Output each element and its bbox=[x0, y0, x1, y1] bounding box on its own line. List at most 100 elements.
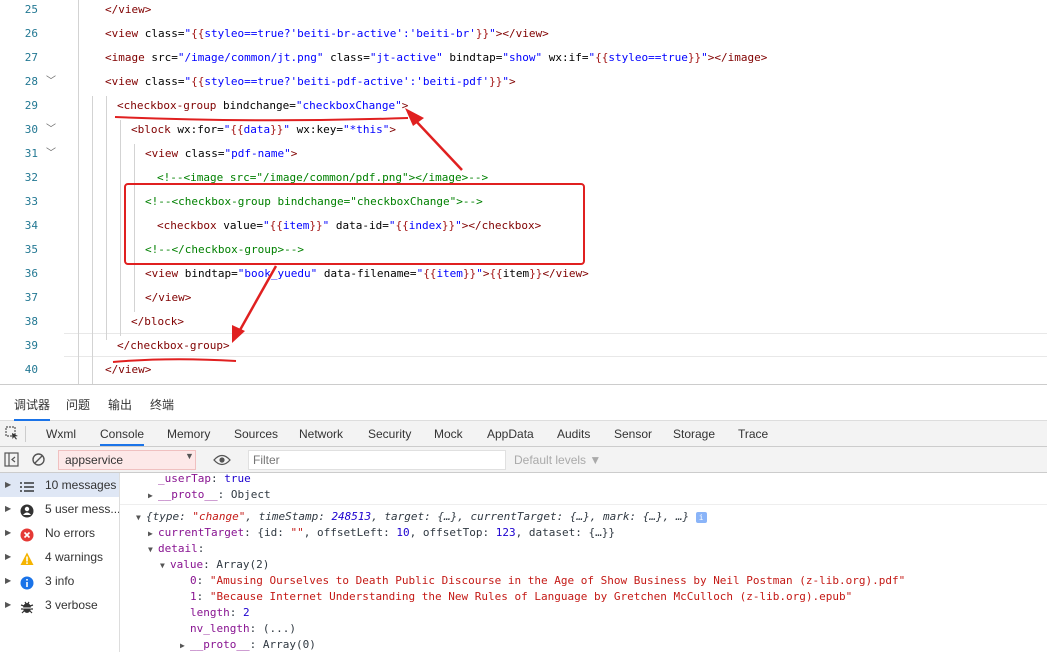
expand-arrow-icon[interactable]: ▶ bbox=[5, 497, 11, 521]
arrow-line bbox=[414, 119, 463, 171]
expand-arrow-icon[interactable]: ▶ bbox=[5, 593, 11, 617]
console-token: __proto__ bbox=[190, 638, 250, 651]
sidebar-item[interactable]: ▶ 5 user mess... bbox=[0, 497, 119, 521]
tab-network[interactable]: Network bbox=[299, 427, 343, 441]
sidebar-item[interactable]: ▶ 4 warnings bbox=[0, 545, 119, 569]
panel-tab[interactable]: 调试器 bbox=[14, 396, 51, 421]
console-token: 0 bbox=[190, 574, 197, 587]
toggle-sidebar-icon[interactable] bbox=[4, 452, 19, 472]
expand-triangle-icon[interactable]: ▶ bbox=[180, 638, 190, 652]
console-token: : {id: bbox=[244, 526, 291, 539]
expand-arrow-icon[interactable]: ▶ bbox=[5, 545, 11, 569]
console-token: : bbox=[229, 606, 243, 619]
sidebar-item-label: 3 verbose bbox=[45, 598, 98, 612]
console-entry[interactable]: nv_length: (...) bbox=[190, 621, 296, 637]
tab-wxml[interactable]: Wxml bbox=[46, 427, 76, 441]
tab-sources[interactable]: Sources bbox=[234, 427, 278, 441]
console-entry[interactable]: 1: "Because Internet Understanding the N… bbox=[190, 589, 852, 605]
code-editor[interactable]: 25 </view> 26 <view class="{{styleo==true?'… bbox=[0, 0, 1047, 384]
context-selector[interactable]: appservice bbox=[58, 450, 196, 470]
tab-appdata[interactable]: AppData bbox=[487, 427, 534, 441]
inspect-element-icon[interactable] bbox=[5, 426, 19, 445]
console-token: 248513 bbox=[331, 510, 372, 523]
console-toolbar: appservice ▼ Default levels ▼ bbox=[0, 447, 1047, 473]
console-token: : (...) bbox=[249, 622, 296, 635]
sidebar-item-label: 4 warnings bbox=[45, 550, 104, 564]
console-token: , offsetTop: bbox=[409, 526, 496, 539]
console-entry[interactable]: ▶ __proto__: Object bbox=[148, 487, 271, 503]
console-token: {type: bbox=[146, 510, 193, 523]
bug-icon bbox=[20, 598, 34, 614]
clear-console-icon[interactable] bbox=[31, 452, 46, 472]
arrowhead bbox=[232, 325, 245, 343]
console-entry[interactable]: ▼ {type: "change", timeStamp: 248513, tar… bbox=[136, 509, 707, 525]
bottom-panel-tabs: 调试器 问题 输出 终端 bbox=[0, 385, 1047, 421]
panel-tab[interactable]: 终端 bbox=[150, 396, 174, 413]
tab-sensor[interactable]: Sensor bbox=[614, 427, 652, 441]
underline-annotation bbox=[114, 116, 409, 122]
console-entry[interactable]: length: 2 bbox=[190, 605, 250, 621]
console-token: __proto__ bbox=[158, 488, 218, 501]
collapse-triangle-icon[interactable]: ▼ bbox=[148, 542, 158, 558]
console-token: "Amusing Ourselves to Death Public Disco… bbox=[209, 574, 906, 587]
message-divider bbox=[120, 504, 1047, 505]
expand-triangle-icon[interactable]: ▶ bbox=[148, 526, 158, 542]
sidebar-item[interactable]: ▶ 10 messages bbox=[0, 473, 119, 497]
console-entry[interactable]: 0: "Amusing Ourselves to Death Public Di… bbox=[190, 573, 905, 589]
collapse-triangle-icon[interactable]: ▼ bbox=[160, 558, 170, 574]
console-entry[interactable]: ▼ value: Array(2) bbox=[160, 557, 269, 573]
expand-triangle-icon[interactable]: ▶ bbox=[148, 488, 158, 504]
panel-tab[interactable]: 输出 bbox=[108, 396, 132, 413]
console-token: : bbox=[210, 473, 225, 485]
console-token: "Because Internet Understanding the New … bbox=[209, 590, 853, 603]
console-token: , target: {…}, currentTarget: {…}, mark:… bbox=[371, 510, 696, 523]
sidebar-item[interactable]: ▶ 3 info bbox=[0, 569, 119, 593]
console-token: : Array(0) bbox=[249, 638, 316, 651]
devtools-tab-bar: Wxml Console Memory Sources Network Security M… bbox=[0, 421, 1047, 447]
console-token: : bbox=[197, 542, 205, 555]
chevron-down-icon[interactable]: ▼ bbox=[185, 451, 194, 461]
panel-tab[interactable]: 问题 bbox=[66, 396, 90, 413]
tab-memory[interactable]: Memory bbox=[167, 427, 210, 441]
console-token: , dataset: {…}} bbox=[515, 526, 615, 539]
sidebar-item-label: No errors bbox=[45, 526, 96, 540]
filter-input[interactable] bbox=[248, 450, 506, 470]
console-token: true bbox=[224, 473, 251, 485]
console-entry[interactable]: ▼ detail: bbox=[148, 541, 204, 557]
console-token: length bbox=[190, 606, 230, 619]
console-token: : bbox=[196, 590, 210, 603]
console-output[interactable]: _userTap: true ▶ __proto__: Object ▼ {type: … bbox=[120, 473, 1047, 652]
sidebar-item[interactable]: ▶ 3 verbose bbox=[0, 593, 119, 617]
expand-arrow-icon[interactable]: ▶ bbox=[5, 473, 11, 497]
console-token: , offsetLeft: bbox=[303, 526, 397, 539]
underline-annotation bbox=[112, 358, 237, 363]
expand-arrow-icon[interactable]: ▶ bbox=[5, 569, 11, 593]
eye-icon[interactable] bbox=[213, 453, 231, 472]
context-label: appservice bbox=[65, 453, 124, 467]
console-token: : bbox=[196, 574, 210, 587]
info-icon bbox=[20, 574, 34, 590]
console-entry[interactable]: ▶ __proto__: Array(0) bbox=[180, 637, 316, 652]
highlight-box bbox=[124, 183, 585, 265]
console-token: 123 bbox=[495, 526, 516, 539]
warning-icon bbox=[20, 550, 34, 565]
list-icon bbox=[20, 478, 34, 492]
sidebar-item[interactable]: ▶ No errors bbox=[0, 521, 119, 545]
expand-arrow-icon[interactable]: ▶ bbox=[5, 521, 11, 545]
tab-audits[interactable]: Audits bbox=[557, 427, 590, 441]
sidebar-item-label: 3 info bbox=[45, 574, 75, 588]
console-token: 2 bbox=[243, 606, 250, 619]
console-entry[interactable]: _userTap: true bbox=[158, 473, 251, 487]
console-token: 10 bbox=[396, 526, 410, 539]
object-info-icon[interactable]: i bbox=[695, 511, 707, 523]
collapse-triangle-icon[interactable]: ▼ bbox=[136, 510, 146, 526]
tab-trace[interactable]: Trace bbox=[738, 427, 768, 441]
tab-storage[interactable]: Storage bbox=[673, 427, 715, 441]
tab-console[interactable]: Console bbox=[100, 427, 145, 446]
console-token: _userTap bbox=[158, 473, 211, 485]
log-levels-dropdown[interactable]: Default levels ▼ bbox=[514, 453, 601, 467]
tab-mock[interactable]: Mock bbox=[434, 427, 463, 441]
arrowhead bbox=[405, 108, 424, 126]
tab-security[interactable]: Security bbox=[368, 427, 411, 441]
console-entry[interactable]: ▶ currentTarget: {id: "", offsetLeft: 10,… bbox=[148, 525, 615, 541]
